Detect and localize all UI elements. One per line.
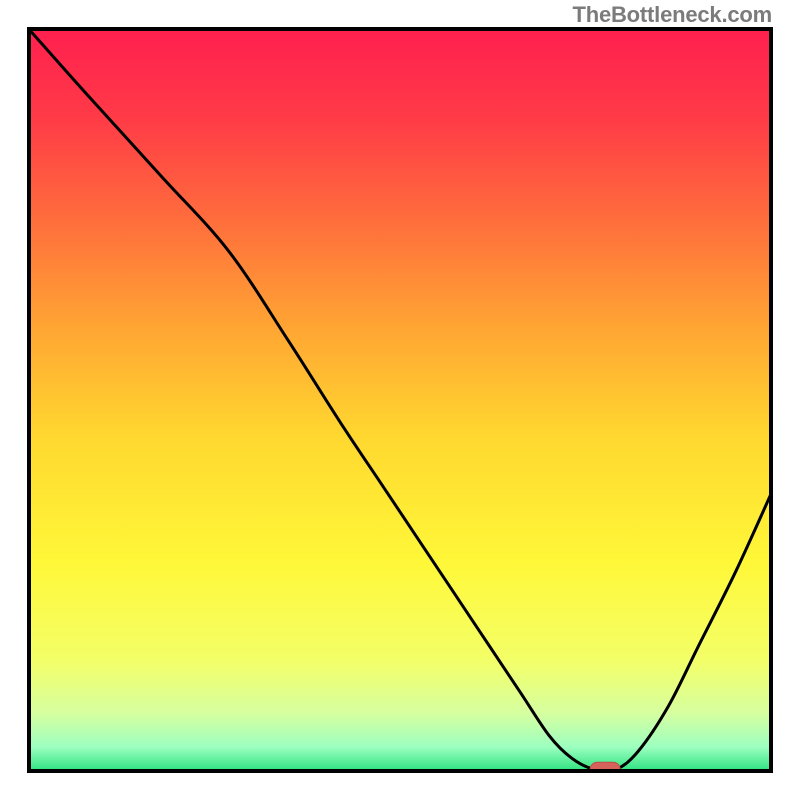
chart-svg — [27, 27, 773, 773]
optimal-marker — [590, 762, 620, 773]
watermark-text: TheBottleneck.com — [572, 2, 772, 28]
chart-frame: TheBottleneck.com — [0, 0, 800, 800]
plot-area — [27, 27, 773, 773]
gradient-background — [27, 27, 773, 773]
